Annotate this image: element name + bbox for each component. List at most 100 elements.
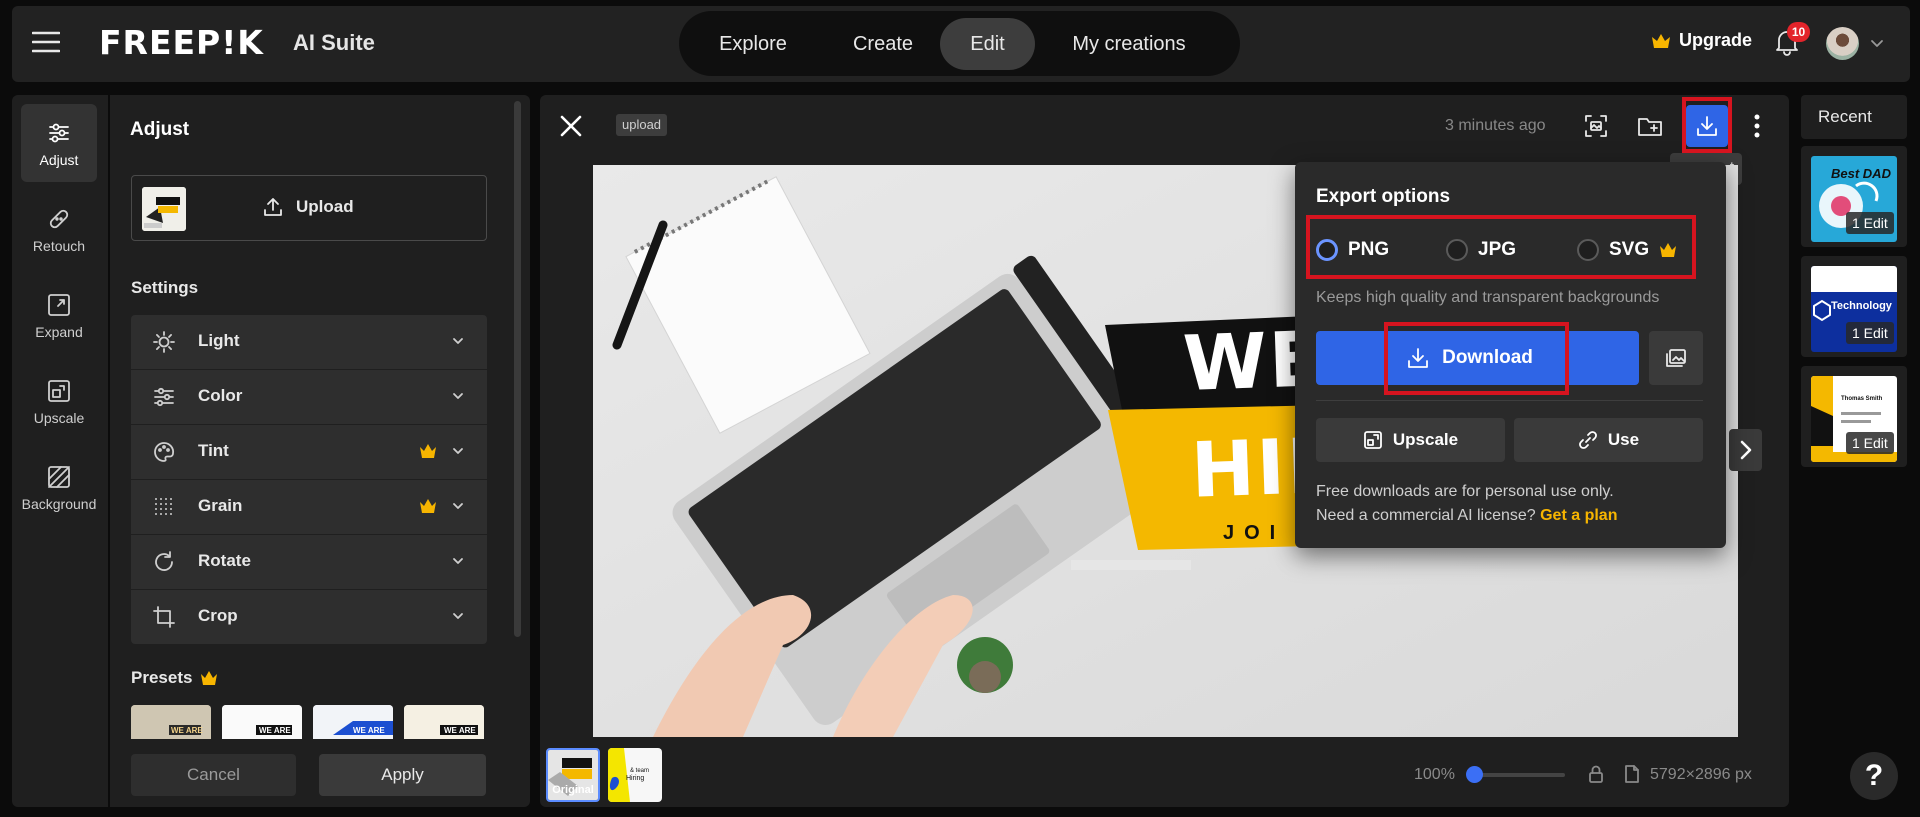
edit-count-badge: 1 Edit (1846, 432, 1894, 454)
download-images-button[interactable] (1649, 331, 1703, 385)
export-options-popover: Export options PNG JPG SVG Keeps high qu… (1295, 162, 1726, 548)
recent-thumb-text: Technology (1831, 300, 1892, 312)
setting-label: Color (198, 386, 243, 405)
upload-label: Upload (296, 197, 354, 216)
setting-label: Crop (198, 606, 238, 625)
license-line-2: Need a commercial AI license? Get a plan (1316, 504, 1617, 528)
setting-color[interactable]: Color (131, 370, 487, 424)
cancel-button[interactable]: Cancel (131, 754, 296, 796)
nav-create[interactable]: Create (827, 18, 939, 70)
zoom-slider-handle[interactable] (1466, 766, 1483, 783)
nav-edit[interactable]: Edit (940, 18, 1035, 70)
ai-suite-label: AI Suite (293, 30, 375, 55)
setting-crop[interactable]: Crop (131, 590, 487, 644)
preset-thumbnail[interactable]: WE ARE (222, 705, 302, 739)
divider (1316, 400, 1703, 401)
setting-tint[interactable]: Tint (131, 425, 487, 479)
format-note: Keeps high quality and transparent backg… (1316, 289, 1660, 306)
format-jpg-option[interactable]: JPG (1446, 239, 1516, 261)
zoom-slider[interactable] (1472, 773, 1565, 777)
timestamp: 3 minutes ago (1445, 117, 1546, 134)
rail-adjust[interactable]: Adjust (21, 104, 97, 182)
svg-text:& team: & team (630, 768, 649, 774)
presets-label: Presets (131, 668, 193, 687)
chevron-down-icon (451, 499, 465, 513)
version-thumb-original[interactable]: Original (546, 748, 600, 802)
apply-button[interactable]: Apply (319, 754, 486, 796)
grain-icon (153, 496, 175, 518)
avatar[interactable] (1826, 27, 1859, 60)
recent-item[interactable]: Technology 1 Edit (1801, 256, 1907, 357)
radio-unchecked[interactable] (1446, 239, 1468, 261)
format-png-option[interactable]: PNG (1316, 239, 1389, 261)
nav-my-creations[interactable]: My creations (1049, 18, 1209, 70)
images-icon (1665, 347, 1687, 369)
upgrade-button[interactable]: Upgrade (1651, 30, 1752, 51)
help-button[interactable]: ? (1850, 752, 1898, 800)
image-dimensions: 5792×2896 px (1650, 766, 1752, 783)
version-thumb-edit[interactable]: & team Hiring (608, 748, 662, 802)
format-label: JPG (1478, 239, 1517, 260)
preset-thumbnail[interactable]: WE ARE (313, 705, 393, 739)
svg-text:WE ARE: WE ARE (171, 726, 203, 735)
upgrade-label: Upgrade (1679, 30, 1753, 50)
upload-button[interactable]: Upload (262, 196, 354, 218)
rail-upscale-label: Upscale (33, 410, 85, 426)
license-note: Free downloads are for personal use only… (1316, 480, 1617, 528)
tool-rail: Adjust Retouch Expand Upscale Background (12, 95, 108, 807)
main-nav: Explore Create Edit My creations (679, 11, 1240, 76)
chevron-down-icon (451, 444, 465, 458)
chevron-down-icon[interactable] (1870, 36, 1884, 50)
rail-background[interactable]: Background (21, 448, 97, 526)
menu-icon[interactable] (32, 31, 60, 53)
svg-text:Hiring: Hiring (626, 775, 644, 782)
lock-icon[interactable] (1587, 764, 1605, 784)
format-svg-option[interactable]: SVG (1577, 239, 1677, 261)
file-icon (1623, 764, 1641, 784)
download-button[interactable]: Download (1316, 331, 1639, 385)
format-label: SVG (1609, 239, 1650, 260)
crown-icon (200, 670, 218, 686)
chevron-down-icon (451, 334, 465, 348)
close-icon[interactable] (560, 115, 582, 137)
preset-thumbnail[interactable]: WE ARE (131, 705, 211, 739)
export-options-title: Export options (1316, 186, 1451, 207)
more-options-icon[interactable] (1752, 113, 1762, 139)
recent-thumb-text: Thomas Smith (1841, 396, 1883, 402)
freepik-logo[interactable]: FREEP!K (99, 24, 264, 62)
upscale-icon (1363, 430, 1383, 450)
upscale-icon (46, 378, 72, 404)
preset-thumbnail[interactable]: WE ARE (404, 705, 484, 739)
presets-heading: Presets (131, 668, 218, 688)
recent-item[interactable]: Best DAD 1 Edit (1801, 146, 1907, 247)
setting-light[interactable]: Light (131, 315, 487, 369)
chevron-down-icon (451, 389, 465, 403)
export-button[interactable] (1686, 105, 1728, 147)
radio-unchecked[interactable] (1577, 239, 1599, 261)
settings-list: Light Color Tint Grain Rotate Crop (131, 315, 487, 645)
setting-grain[interactable]: Grain (131, 480, 487, 534)
license-line-1: Free downloads are for personal use only… (1316, 483, 1614, 500)
panel-scrollbar[interactable] (514, 101, 521, 637)
radio-checked[interactable] (1316, 239, 1338, 261)
get-a-plan-link[interactable]: Get a plan (1540, 507, 1617, 524)
rail-adjust-label: Adjust (39, 152, 79, 168)
setting-rotate[interactable]: Rotate (131, 535, 487, 589)
compare-icon[interactable] (1583, 113, 1609, 139)
background-icon (46, 464, 72, 490)
chevron-down-icon (451, 609, 465, 623)
use-button[interactable]: Use (1514, 418, 1703, 462)
rail-retouch-label: Retouch (32, 238, 86, 254)
rail-expand[interactable]: Expand (21, 276, 97, 354)
sliders-icon (46, 120, 72, 146)
chevron-down-icon (451, 554, 465, 568)
adjust-panel: Adjust Upload Settings Light Color Tint (110, 95, 530, 807)
add-to-folder-icon[interactable] (1637, 113, 1663, 139)
upscale-button[interactable]: Upscale (1316, 418, 1505, 462)
nav-explore[interactable]: Explore (697, 18, 809, 70)
rail-upscale[interactable]: Upscale (21, 362, 97, 440)
chevron-right-icon[interactable] (1729, 429, 1762, 471)
recent-item[interactable]: Thomas Smith 1 Edit (1801, 366, 1907, 467)
rail-retouch[interactable]: Retouch (21, 190, 97, 268)
upload-box[interactable]: Upload (131, 175, 487, 241)
